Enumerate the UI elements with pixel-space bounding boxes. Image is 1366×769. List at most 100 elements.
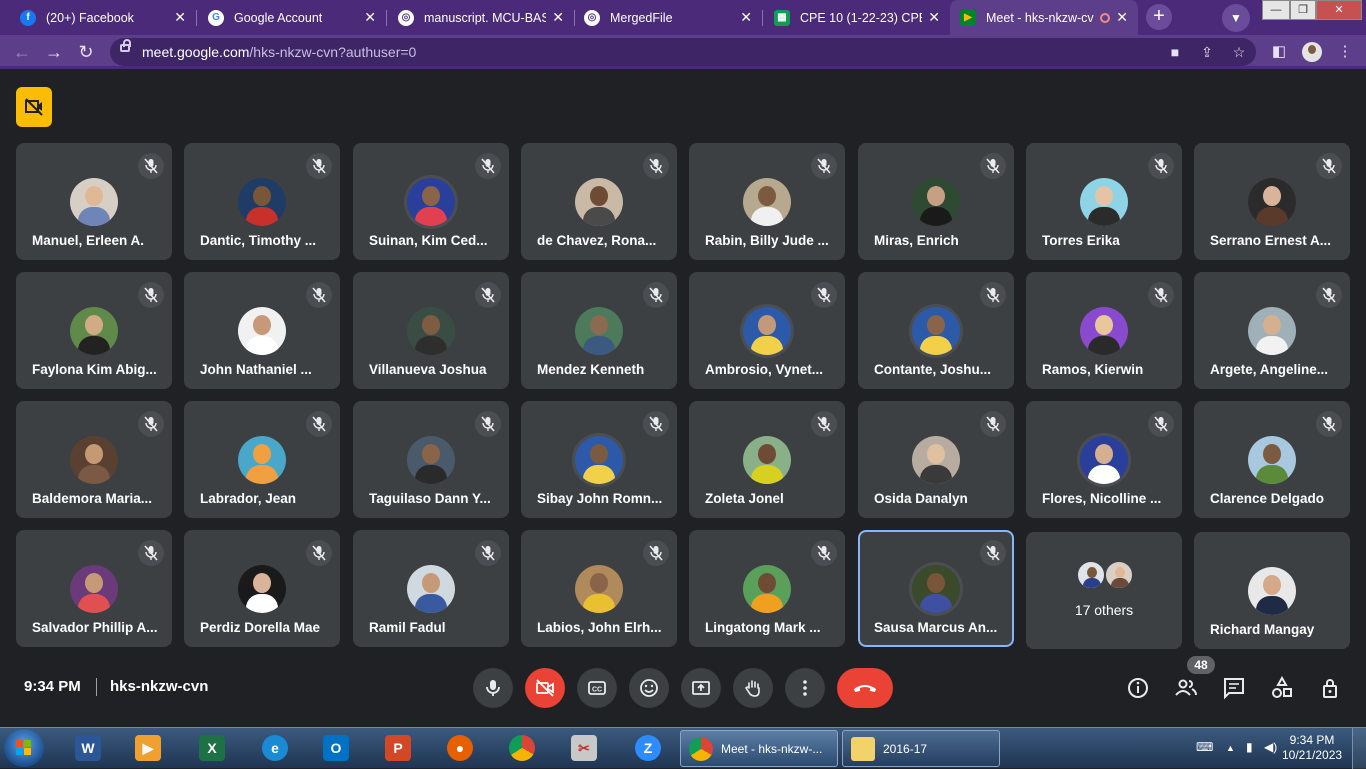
participant-name: Labios, John Elrh... <box>537 620 662 635</box>
participant-tile[interactable]: Clarence Delgado <box>1194 401 1350 518</box>
raise-hand-button[interactable] <box>733 668 773 708</box>
show-hidden-icons[interactable]: ▲ <box>1226 743 1235 753</box>
participant-tile[interactable]: Ambrosio, Vynet... <box>689 272 845 389</box>
participant-tile[interactable]: Dantic, Timothy ... <box>184 143 340 260</box>
participant-tile[interactable]: Ramos, Kierwin <box>1026 272 1182 389</box>
more-options-button[interactable] <box>785 668 825 708</box>
leave-call-button[interactable] <box>837 668 893 708</box>
new-tab-button[interactable]: + <box>1146 4 1172 30</box>
keyboard-icon[interactable]: ⌨ <box>1196 740 1213 754</box>
media-player-app[interactable]: ▶ <box>130 732 166 764</box>
more-vert-icon[interactable]: ⋮ <box>1334 41 1356 63</box>
close-icon[interactable]: ✕ <box>740 9 752 26</box>
participant-tile[interactable]: Ramil Fadul <box>353 530 509 647</box>
participant-tile[interactable]: Miras, Enrich <box>858 143 1014 260</box>
internet-explorer-app[interactable]: e <box>257 732 293 764</box>
participant-tile[interactable]: Villanueva Joshua <box>353 272 509 389</box>
activities-button[interactable] <box>1266 672 1298 704</box>
snipping-tool-app[interactable]: ✂ <box>566 732 602 764</box>
close-icon[interactable]: ✕ <box>552 9 564 26</box>
present-screen-button[interactable] <box>681 668 721 708</box>
participant-tile[interactable]: Zoleta Jonel <box>689 401 845 518</box>
close-window-button[interactable]: ✕ <box>1316 0 1362 20</box>
participant-tile[interactable]: Rabin, Billy Jude ... <box>689 143 845 260</box>
chat-button[interactable] <box>1218 672 1250 704</box>
participant-tile[interactable]: Argete, Angeline... <box>1194 272 1350 389</box>
lock-icon <box>120 39 131 52</box>
address-bar[interactable]: meet.google.com/hks-nkzw-cvn?authuser=0 … <box>110 38 1256 66</box>
participant-tile[interactable]: Lingatong Mark ... <box>689 530 845 647</box>
excel-app[interactable]: X <box>194 732 230 764</box>
participant-name: Torres Erika <box>1042 233 1120 248</box>
tab-manuscript[interactable]: ◎ manuscript. MCU-BASE ✕ <box>388 2 574 33</box>
taskbar-window-folder[interactable]: 2016-17 <box>842 730 1000 767</box>
bookmark-star-icon[interactable]: ☆ <box>1230 43 1248 61</box>
participant-tile[interactable]: Faylona Kim Abig... <box>16 272 172 389</box>
tab-sheets[interactable]: ▦ CPE 10 (1-22-23) CPE 3 ✕ <box>764 2 950 33</box>
restore-button[interactable]: ❐ <box>1290 0 1316 20</box>
taskbar-window-meet[interactable]: Meet - hks-nkzw-... <box>680 730 838 767</box>
participant-name: Osida Danalyn <box>874 491 968 506</box>
outlook-app[interactable]: O <box>318 732 354 764</box>
share-icon[interactable]: ⇪ <box>1198 43 1216 61</box>
participant-tile[interactable]: Labrador, Jean <box>184 401 340 518</box>
host-controls-badge[interactable] <box>16 87 52 127</box>
tab-search-button[interactable]: ▼ <box>1222 4 1250 32</box>
reactions-button[interactable] <box>629 668 669 708</box>
participant-tile[interactable]: Salvador Phillip A... <box>16 530 172 647</box>
participant-tile[interactable]: Manuel, Erleen A. <box>16 143 172 260</box>
tab-facebook[interactable]: f (20+) Facebook ✕ <box>10 2 196 33</box>
zoom-icon: Z <box>635 735 661 761</box>
back-button[interactable]: ← <box>10 40 34 64</box>
profile-avatar[interactable] <box>1302 42 1322 62</box>
participant-name: Mendez Kenneth <box>537 362 645 377</box>
network-icon[interactable]: ▮ <box>1246 740 1253 754</box>
participant-tile[interactable]: Sausa Marcus An... <box>858 530 1014 647</box>
show-desktop-button[interactable] <box>1352 728 1366 769</box>
chrome-app[interactable] <box>504 732 540 764</box>
meeting-details-button[interactable] <box>1122 672 1154 704</box>
participant-tile[interactable]: Baldemora Maria... <box>16 401 172 518</box>
minimize-button[interactable]: — <box>1262 0 1290 20</box>
tab-mergedfile[interactable]: ◎ MergedFile ✕ <box>574 2 762 33</box>
participant-tile[interactable]: de Chavez, Rona... <box>521 143 677 260</box>
others-tile[interactable]: 17 others <box>1026 532 1182 649</box>
start-button[interactable] <box>4 729 44 767</box>
zoom-app[interactable]: Z <box>630 732 666 764</box>
participant-tile[interactable]: Osida Danalyn <box>858 401 1014 518</box>
participant-tile[interactable]: Labios, John Elrh... <box>521 530 677 647</box>
participant-tile[interactable]: Mendez Kenneth <box>521 272 677 389</box>
participant-tile[interactable]: Torres Erika <box>1026 143 1182 260</box>
participant-name: Contante, Joshu... <box>874 362 992 377</box>
participant-tile[interactable]: Sibay John Romn... <box>521 401 677 518</box>
word-app[interactable]: W <box>70 732 106 764</box>
participant-tile[interactable]: Taguilaso Dann Y... <box>353 401 509 518</box>
captions-button[interactable]: CC <box>577 668 617 708</box>
participant-tile[interactable]: Serrano Ernest A... <box>1194 143 1350 260</box>
camera-toggle-button[interactable] <box>525 668 565 708</box>
close-icon[interactable]: ✕ <box>928 9 940 26</box>
powerpoint-app[interactable]: P <box>380 732 416 764</box>
camera-icon[interactable]: ■ <box>1166 43 1184 61</box>
close-icon[interactable]: ✕ <box>364 9 376 26</box>
participant-tile[interactable]: John Nathaniel ... <box>184 272 340 389</box>
side-panel-icon[interactable]: ◧ <box>1268 41 1290 63</box>
taskbar-window-label: 2016-17 <box>883 741 928 756</box>
close-icon[interactable]: ✕ <box>1116 9 1128 26</box>
forward-button[interactable]: → <box>42 40 66 64</box>
participant-tile[interactable]: Contante, Joshu... <box>858 272 1014 389</box>
host-controls-button[interactable] <box>1314 672 1346 704</box>
participant-tile[interactable]: Perdiz Dorella Mae <box>184 530 340 647</box>
microphone-button[interactable] <box>473 668 513 708</box>
participant-tile[interactable]: Flores, Nicolline ... <box>1026 401 1182 518</box>
tab-meet[interactable]: ▶ Meet - hks-nkzw-cv ✕ <box>950 0 1138 35</box>
reload-button[interactable]: ↻ <box>74 40 98 64</box>
participant-tile[interactable]: Suinan, Kim Ced... <box>353 143 509 260</box>
tab-google-account[interactable]: G Google Account ✕ <box>198 2 386 33</box>
system-clock[interactable]: 9:34 PM 10/21/2023 <box>1282 733 1342 763</box>
close-icon[interactable]: ✕ <box>174 9 186 26</box>
volume-icon[interactable]: ◀) <box>1264 740 1277 754</box>
firefox-app[interactable]: ● <box>442 732 478 764</box>
participant-tile-self[interactable]: Richard Mangay <box>1194 532 1350 649</box>
people-button[interactable] <box>1170 672 1202 704</box>
